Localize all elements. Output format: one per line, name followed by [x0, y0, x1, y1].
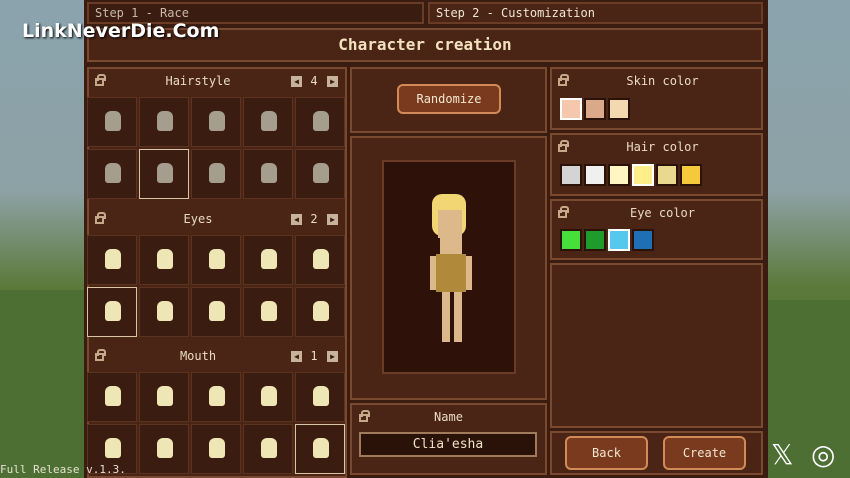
- eyes-option[interactable]: [191, 287, 241, 337]
- hairstyle-option-selected[interactable]: [139, 149, 189, 199]
- back-button[interactable]: Back: [565, 436, 648, 470]
- hair-color-swatch[interactable]: [680, 164, 702, 186]
- hairstyle-option[interactable]: [87, 149, 137, 199]
- hairstyle-option[interactable]: [295, 149, 345, 199]
- skin-color-swatch[interactable]: [584, 98, 606, 120]
- name-label: Name: [434, 410, 463, 424]
- eyes-option[interactable]: [295, 235, 345, 285]
- name-input[interactable]: Clia'esha: [359, 432, 537, 457]
- hair-color-swatch[interactable]: [656, 164, 678, 186]
- mouth-next-icon[interactable]: ▶: [327, 351, 338, 362]
- hairstyle-option[interactable]: [243, 149, 293, 199]
- mouth-grid: [87, 372, 345, 474]
- mouth-option[interactable]: [243, 424, 293, 474]
- mouth-option[interactable]: [191, 424, 241, 474]
- watermark: LinkNeverDie.Com: [22, 20, 220, 42]
- eyes-counter: 2: [310, 212, 318, 226]
- hairstyle-prev-icon[interactable]: ◀: [291, 76, 302, 87]
- hairstyle-label: Hairstyle: [165, 74, 231, 88]
- mouth-prev-icon[interactable]: ◀: [291, 351, 302, 362]
- eyes-option[interactable]: [139, 235, 189, 285]
- eyes-option-selected[interactable]: [87, 287, 137, 337]
- eyes-option[interactable]: [295, 287, 345, 337]
- hairstyle-option[interactable]: [243, 97, 293, 147]
- mouth-option[interactable]: [191, 372, 241, 422]
- eyes-option[interactable]: [243, 235, 293, 285]
- eye-color-label: Eye color: [629, 206, 696, 220]
- character-sprite: [430, 194, 472, 342]
- hair-color-label: Hair color: [626, 140, 699, 154]
- create-button[interactable]: Create: [663, 436, 746, 470]
- hairstyle-option[interactable]: [191, 97, 241, 147]
- hairstyle-grid: [87, 97, 345, 199]
- version-text: Full Release v.1.3.: [0, 463, 126, 476]
- eye-color-swatch[interactable]: [560, 229, 582, 251]
- hairstyle-option[interactable]: [295, 97, 345, 147]
- mouth-option-selected[interactable]: [295, 424, 345, 474]
- x-icon[interactable]: 𝕏: [771, 438, 794, 471]
- eyes-option[interactable]: [87, 235, 137, 285]
- background-hill-left: [0, 290, 84, 478]
- randomize-button[interactable]: Randomize: [397, 84, 501, 114]
- hairstyle-option[interactable]: [87, 97, 137, 147]
- character-preview: [382, 160, 516, 374]
- hairstyle-counter: 4: [310, 74, 318, 88]
- mouth-option[interactable]: [243, 372, 293, 422]
- eyes-option[interactable]: [139, 287, 189, 337]
- eyes-label: Eyes: [183, 212, 213, 226]
- hair-color-swatch[interactable]: [584, 164, 606, 186]
- eye-color-swatch[interactable]: [608, 229, 630, 251]
- eyes-option[interactable]: [243, 287, 293, 337]
- hairstyle-next-icon[interactable]: ▶: [327, 76, 338, 87]
- hair-color-swatch[interactable]: [560, 164, 582, 186]
- empty-panel: [550, 263, 763, 428]
- mouth-label: Mouth: [179, 349, 217, 363]
- hairstyle-option[interactable]: [139, 97, 189, 147]
- mouth-option[interactable]: [139, 424, 189, 474]
- mouth-option[interactable]: [139, 372, 189, 422]
- tab-step-2-customization[interactable]: Step 2 - Customization: [428, 2, 763, 24]
- eyes-next-icon[interactable]: ▶: [327, 214, 338, 225]
- eyes-prev-icon[interactable]: ◀: [291, 214, 302, 225]
- skin-color-swatch[interactable]: [608, 98, 630, 120]
- mouth-option[interactable]: [87, 372, 137, 422]
- eyes-grid: [87, 235, 345, 337]
- hair-color-swatch[interactable]: [632, 164, 654, 186]
- instagram-icon[interactable]: ◎: [811, 438, 835, 471]
- hairstyle-option[interactable]: [191, 149, 241, 199]
- mouth-option[interactable]: [295, 372, 345, 422]
- mouth-counter: 1: [310, 349, 318, 363]
- eye-color-swatch[interactable]: [632, 229, 654, 251]
- skin-color-swatch[interactable]: [560, 98, 582, 120]
- skin-color-label: Skin color: [626, 74, 699, 88]
- eye-color-swatch[interactable]: [584, 229, 606, 251]
- eyes-option[interactable]: [191, 235, 241, 285]
- hair-color-swatch[interactable]: [608, 164, 630, 186]
